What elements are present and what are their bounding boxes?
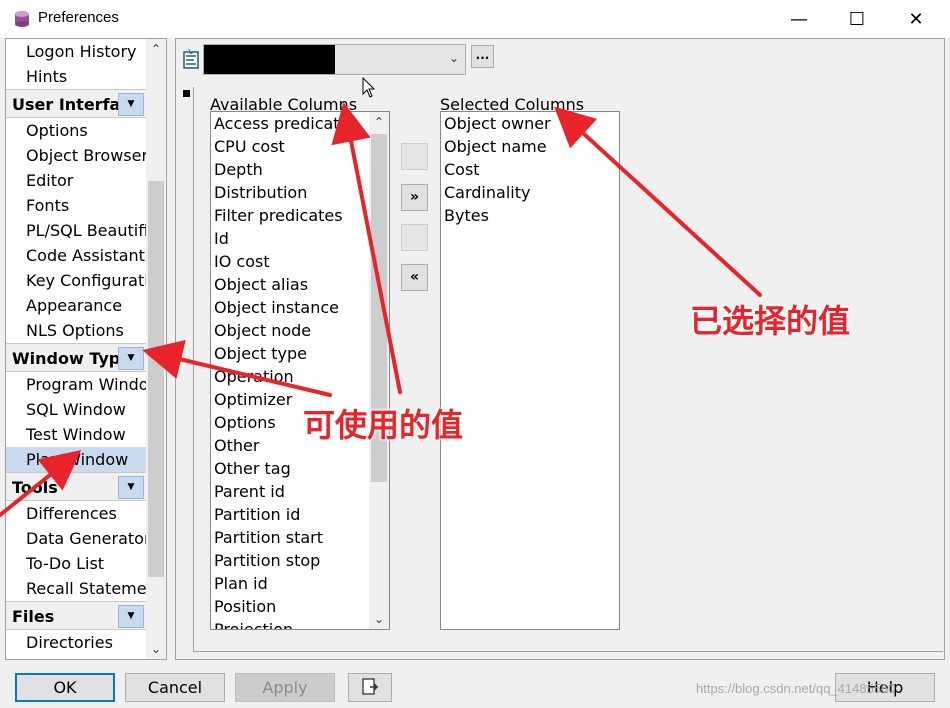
selected-columns-list[interactable]: Object owner Object name Cost Cardinality By… — [440, 111, 620, 630]
scroll-up-icon[interactable]: ⌃ — [369, 112, 389, 132]
available-list-item[interactable]: Position — [211, 595, 389, 618]
available-list-item[interactable]: Distribution — [211, 181, 389, 204]
title-bar: Preferences — ☐ ✕ — [0, 0, 950, 38]
available-list-item[interactable]: Plan id — [211, 572, 389, 595]
section-bullet — [183, 90, 190, 97]
selected-list-item[interactable]: Cardinality — [441, 181, 619, 204]
nav-group-files[interactable]: Files ▼ — [6, 601, 146, 630]
plan-window-icon — [183, 48, 199, 69]
nav-group-label: Files — [12, 607, 55, 626]
nav-group-user-interface[interactable]: User Interface ▼ — [6, 89, 146, 118]
scroll-up-icon[interactable]: ⌃ — [146, 39, 166, 59]
scroll-down-icon[interactable]: ⌄ — [369, 609, 389, 629]
watermark-text: https://blog.csdn.net/qq_41485560 — [696, 681, 896, 696]
nav-item-data-generator[interactable]: Data Generator — [6, 526, 146, 551]
preferences-nav: Logon History Hints User Interface ▼ Opt… — [5, 38, 167, 660]
available-list-item[interactable]: Parent id — [211, 480, 389, 503]
mouse-cursor-icon — [362, 77, 376, 98]
available-list-item[interactable]: Partition id — [211, 503, 389, 526]
nav-scrollbar[interactable]: ⌃ ⌄ — [146, 39, 166, 659]
nav-item-editor[interactable]: Editor — [6, 168, 146, 193]
nav-item-recall-statement[interactable]: Recall Statemer — [6, 576, 146, 601]
nav-item-directories[interactable]: Directories — [6, 630, 146, 655]
available-list-item[interactable]: Object type — [211, 342, 389, 365]
collapse-dropdown-icon[interactable]: ▼ — [118, 93, 144, 116]
available-list-item[interactable]: Filter predicates — [211, 204, 389, 227]
nav-item-logon-history[interactable]: Logon History — [6, 39, 146, 64]
nav-item-plan-window[interactable]: Plan Window — [6, 447, 146, 472]
nav-item-plsql-beautifier[interactable]: PL/SQL Beautifi — [6, 218, 146, 243]
nav-item-differences[interactable]: Differences — [6, 501, 146, 526]
chevron-down-icon[interactable]: ⌄ — [449, 51, 459, 65]
plan-layout-combobox[interactable]: ⌄ — [203, 44, 466, 75]
add-all-columns-button[interactable]: » — [401, 184, 428, 211]
selected-rows: Object owner Object name Cost Cardinality By… — [441, 112, 619, 227]
export-settings-icon — [362, 678, 379, 695]
nav-list: Logon History Hints User Interface ▼ Opt… — [6, 39, 146, 655]
frame-divider — [193, 87, 194, 651]
selected-list-item[interactable]: Object owner — [441, 112, 619, 135]
nav-item-todo-list[interactable]: To-Do List — [6, 551, 146, 576]
nav-item-code-assistant[interactable]: Code Assistant — [6, 243, 146, 268]
nav-item-object-browser[interactable]: Object Browser — [6, 143, 146, 168]
ok-button[interactable]: OK — [15, 673, 115, 702]
nav-item-program-window[interactable]: Program Windo — [6, 372, 146, 397]
nav-item-appearance[interactable]: Appearance — [6, 293, 146, 318]
available-rows: Access predicat CPU cost Depth Distribution… — [211, 112, 389, 629]
available-list-item[interactable]: Object alias — [211, 273, 389, 296]
available-list-item[interactable]: Projection — [211, 618, 389, 629]
nav-item-hints[interactable]: Hints — [6, 64, 146, 89]
selected-list-item[interactable]: Bytes — [441, 204, 619, 227]
nav-group-tools[interactable]: Tools ▼ — [6, 472, 146, 501]
available-list-item[interactable]: Access predicat — [211, 112, 389, 135]
annotation-available-values: 可使用的值 — [303, 406, 464, 444]
available-list-item[interactable]: Operation — [211, 365, 389, 388]
available-list-item[interactable]: Other tag — [211, 457, 389, 480]
collapse-dropdown-icon[interactable]: ▼ — [118, 347, 144, 370]
browse-button[interactable]: ... — [471, 45, 494, 68]
collapse-dropdown-icon[interactable]: ▼ — [118, 605, 144, 628]
export-button[interactable] — [348, 673, 392, 702]
available-list-item[interactable]: Depth — [211, 158, 389, 181]
selected-list-item[interactable]: Object name — [441, 135, 619, 158]
nav-item-test-window[interactable]: Test Window — [6, 422, 146, 447]
nav-item-options[interactable]: Options — [6, 118, 146, 143]
nav-item-nls-options[interactable]: NLS Options — [6, 318, 146, 343]
available-columns-list[interactable]: Access predicat CPU cost Depth Distribution… — [210, 111, 390, 630]
scroll-down-icon[interactable]: ⌄ — [146, 639, 166, 659]
add-column-button[interactable] — [401, 143, 428, 170]
cancel-button[interactable]: Cancel — [125, 673, 225, 702]
available-scrollbar[interactable]: ⌃ ⌄ — [369, 112, 389, 629]
close-button[interactable]: ✕ — [887, 0, 945, 38]
remove-all-columns-button[interactable]: « — [401, 264, 428, 291]
redacted-value — [204, 45, 335, 74]
available-list-item[interactable]: CPU cost — [211, 135, 389, 158]
available-list-item[interactable]: IO cost — [211, 250, 389, 273]
available-list-item[interactable]: Partition stop — [211, 549, 389, 572]
annotation-selected-values: 已选择的值 — [690, 302, 851, 340]
minimize-button[interactable]: — — [770, 0, 828, 38]
nav-item-fonts[interactable]: Fonts — [6, 193, 146, 218]
selected-list-item[interactable]: Cost — [441, 158, 619, 181]
maximize-button[interactable]: ☐ — [828, 0, 886, 38]
collapse-dropdown-icon[interactable]: ▼ — [118, 476, 144, 499]
available-list-item[interactable]: Object instance — [211, 296, 389, 319]
apply-button[interactable]: Apply — [235, 673, 335, 702]
frame-divider — [193, 651, 943, 652]
nav-group-label: Tools — [12, 478, 58, 497]
scroll-thumb[interactable] — [148, 181, 164, 577]
available-list-item[interactable]: Object node — [211, 319, 389, 342]
nav-group-window-types[interactable]: Window Types ▼ — [6, 343, 146, 372]
nav-item-sql-window[interactable]: SQL Window — [6, 397, 146, 422]
available-list-item[interactable]: Partition start — [211, 526, 389, 549]
database-app-icon — [15, 11, 29, 27]
window-title: Preferences — [38, 9, 119, 26]
available-list-item[interactable]: Id — [211, 227, 389, 250]
remove-column-button[interactable] — [401, 224, 428, 251]
nav-item-key-configuration[interactable]: Key Configurati — [6, 268, 146, 293]
